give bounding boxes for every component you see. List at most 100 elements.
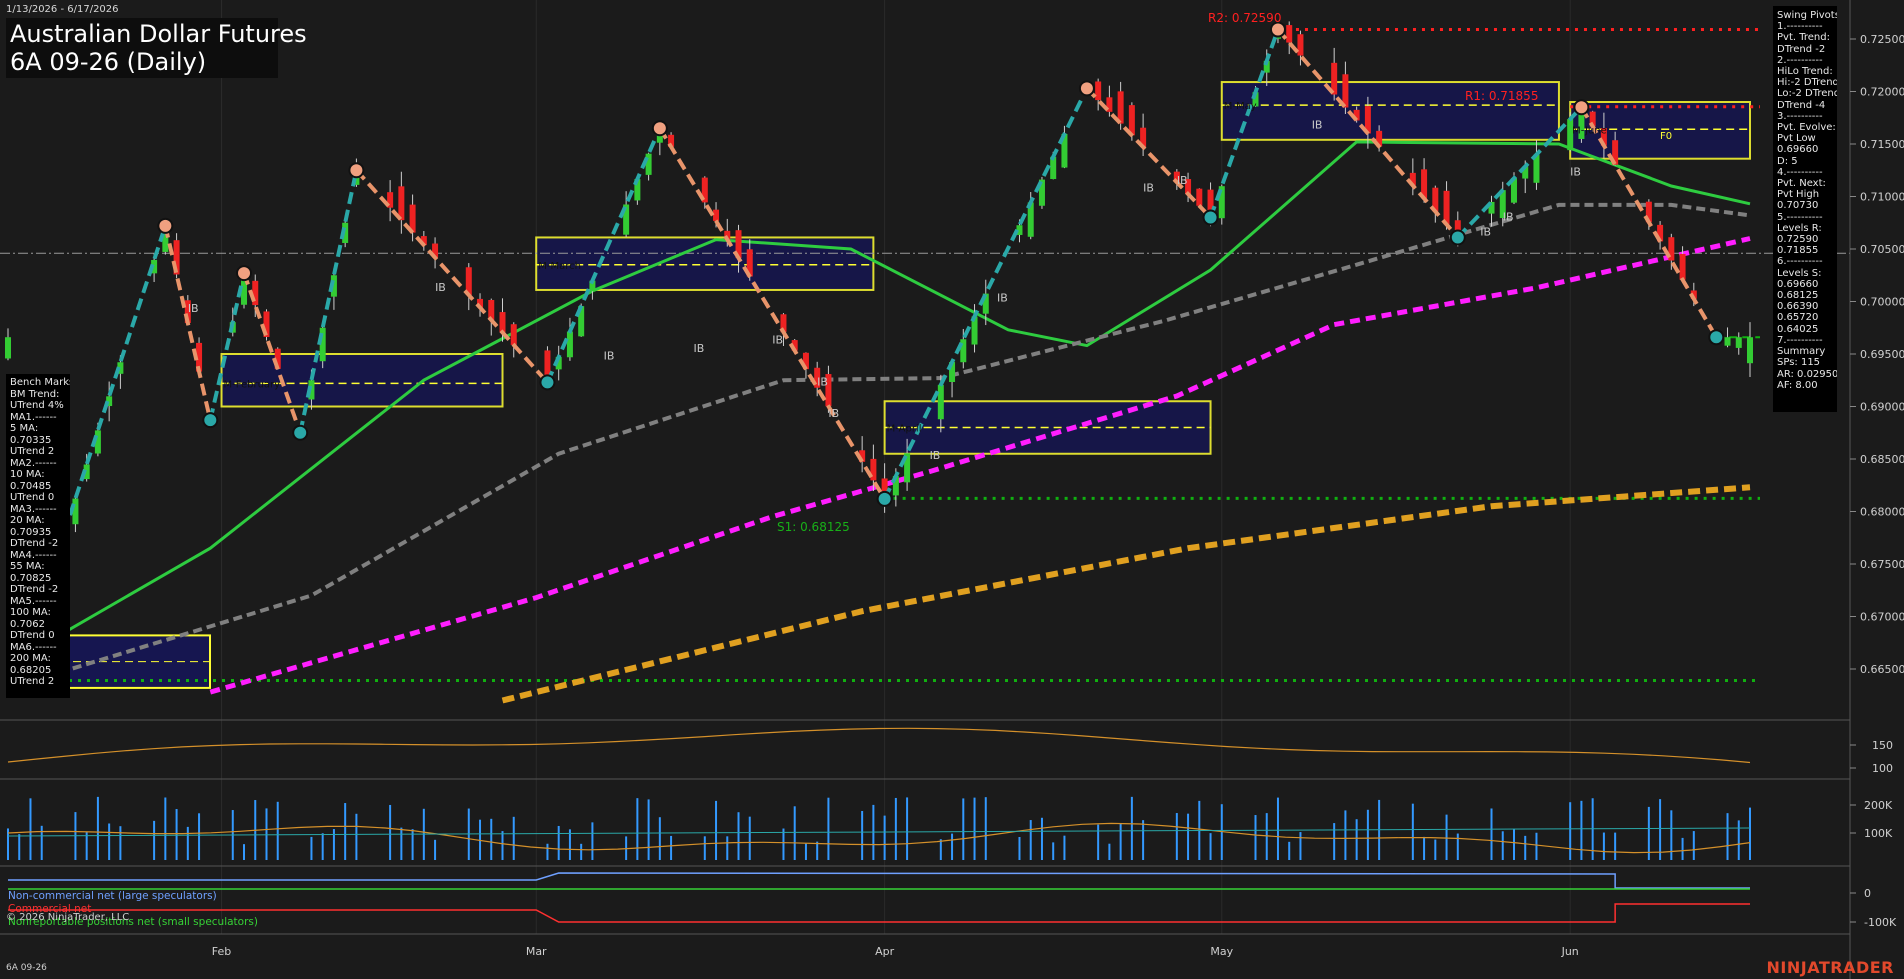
swing-pivot-line: Pvt. Trend: [1777,32,1830,44]
swing-pivot-line: 0.72590 [1777,234,1819,246]
bench-mark-line: MA6.------ [10,641,57,653]
y-tick-label: 0.70000 [1860,296,1904,309]
candle-body [510,324,517,345]
bench-mark-line: BM Trend: [10,388,60,400]
swing-pivot-line: 1.---------- [1777,21,1823,33]
swing-pivot-line: 5.---------- [1777,211,1823,223]
x-tick-label: Jun [1561,945,1579,958]
candle-body [5,337,11,359]
inside-bar-label: IB [772,334,783,347]
bench-mark-line: UTrend 2 [10,676,55,687]
swing-pivot-marker [1078,80,1095,97]
swing-pivot-marker [1202,209,1219,226]
candle-body [566,331,573,358]
swing-pivot-line: 0.64025 [1777,323,1819,335]
swing-pivot-marker [348,162,365,179]
swing-pivot-line: 7.---------- [1777,334,1823,346]
swing-pivot-marker [236,265,253,282]
panel-tick-label: 200K [1864,799,1893,812]
inside-bar-label: IB [930,449,941,462]
bench-marks-panel: Bench Marks BM Trend: UTrend 4% MA1.------ 5… [6,374,70,698]
swing-pivot-line: 2.---------- [1777,54,1823,66]
panel-tick-label: 100K [1864,827,1893,840]
swing-pivot-line: SPs: 115 [1777,357,1821,369]
swing-pivot-line: Levels S: [1777,267,1822,279]
swing-pivot-line: 3.---------- [1777,110,1823,122]
month-zone-label: M-June [1572,125,1607,136]
y-tick-label: 0.66500 [1860,663,1904,676]
swing-pivot-marker [539,374,556,391]
swing-pivot-line: D: 5 [1777,155,1798,167]
swing-pivot-line: 4.---------- [1777,166,1823,178]
swing-pivot-line: DTrend -2 [1777,43,1826,55]
bench-mark-line: 100 MA: [10,607,51,618]
swing-pivot-line: AF: 8.00 [1777,379,1818,391]
swing-pivot-marker [202,412,219,429]
candle-body [1679,253,1686,280]
inside-bar-label: IB [1503,211,1514,224]
y-tick-label: 0.72000 [1860,86,1904,99]
brand-logo: NINJATRADER [1766,958,1894,977]
inside-bar-label: IB [1177,174,1188,187]
x-tick-label: May [1210,945,1233,958]
swing-pivot-line: DTrend -4 [1777,99,1826,111]
chart-subtitle: 6A 09-26 (Daily) [10,48,207,76]
bench-mark-line: 10 MA: [10,469,45,480]
y-tick-label: 0.68000 [1860,506,1904,519]
x-tick-label: Mar [526,945,547,958]
cot-legend: Non-commercial net (large speculators) C… [8,890,258,929]
inside-bar-label: IB [817,376,828,389]
legend-large-speculators: Non-commercial net (large speculators) [8,890,217,902]
candle-body [1286,25,1293,43]
bench-mark-line: 0.70935 [10,526,52,538]
swing-pivot-line: 0.68125 [1777,290,1819,302]
swing-pivot-line: 6.---------- [1777,256,1823,268]
swing-pivot-line: HiLo Trend: [1777,66,1833,78]
swing-pivot-marker [651,120,668,137]
candle-body [1735,337,1742,348]
month-zone-label: M-February [224,379,281,390]
swing-pivot-line: 0.71855 [1777,245,1819,257]
inside-bar-label: IB [1312,118,1323,131]
swing-pivot-line: Hi:-2 DTrend [1777,77,1837,89]
inside-bar-label: IB [1143,181,1154,194]
bench-mark-line: DTrend -2 [10,538,59,549]
candle-body [937,384,944,420]
inside-bar-label: IB [1480,225,1491,238]
bench-mark-line: MA4.------ [10,549,57,561]
bench-mark-line: MA2.------ [10,457,57,469]
swing-pivot-marker [292,424,309,441]
panel-tick-label: 0 [1864,887,1871,900]
swing-pivot-line: Pvt Low [1777,133,1816,145]
bench-mark-line: MA3.------ [10,503,57,515]
candle-body [488,299,495,320]
inside-bar-label: IB [828,407,839,420]
r1-label: R1: 0.71855 [1465,89,1538,103]
y-tick-label: 0.69000 [1860,401,1904,414]
bench-mark-line: Bench Marks [10,377,70,388]
panel-tick-label: 150 [1872,739,1893,752]
f0-label: F0 [1660,131,1672,142]
x-tick-label: Apr [875,945,895,958]
swing-pivot-line: 0.66390 [1777,301,1819,313]
panel-tick-label: -100K [1864,916,1897,929]
swing-pivots-panel: Swing Pivots 1.---------- Pvt. Trend: DTren… [1773,6,1837,412]
footer-symbol: 6A 09-26 [6,963,47,973]
month-zone-label: M-May [1224,101,1257,112]
y-tick-label: 0.71500 [1860,138,1904,151]
swing-pivot-marker [1708,329,1725,346]
y-tick-label: 0.67000 [1860,611,1904,624]
bench-mark-line: 0.70825 [10,572,52,584]
swing-pivot-marker [876,490,893,507]
bench-mark-line: 5 MA: [10,423,39,434]
y-tick-label: 0.68500 [1860,453,1904,466]
swing-pivot-line: AR: 0.02950 [1777,368,1837,380]
bench-mark-line: 0.68205 [10,664,52,676]
swing-pivot-line: 0.65720 [1777,312,1819,324]
r2-label: R2: 0.72590 [1208,11,1281,25]
bench-mark-line: 55 MA: [10,561,45,572]
swing-pivot-line: Swing Pivots [1777,10,1837,21]
candle-body [1095,81,1102,101]
price-chart[interactable]: 0.72500 0.72000 0.71500 0.71000 0.70500 0.700… [0,0,1904,979]
candle-body [645,153,652,175]
